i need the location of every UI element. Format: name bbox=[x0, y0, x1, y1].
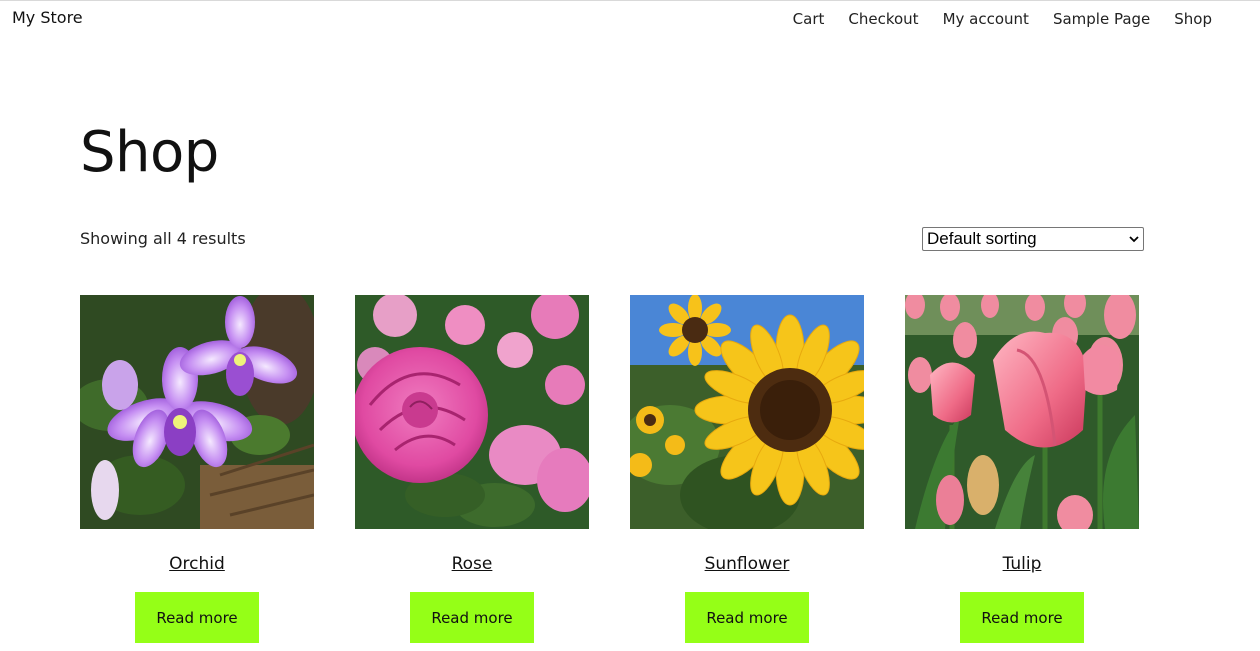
product-title[interactable]: Sunflower bbox=[630, 554, 864, 574]
read-more-button[interactable]: Read more bbox=[135, 592, 259, 643]
nav-cart[interactable]: Cart bbox=[793, 10, 825, 28]
sorting-selected-value: Default sorting bbox=[927, 229, 1037, 248]
product-card: Rose Read more bbox=[355, 295, 589, 643]
read-more-button[interactable]: Read more bbox=[960, 592, 1084, 643]
nav-my-account[interactable]: My account bbox=[943, 10, 1029, 28]
product-title[interactable]: Orchid bbox=[80, 554, 314, 574]
sorting-select[interactable]: Default sorting bbox=[922, 227, 1144, 251]
product-title[interactable]: Rose bbox=[355, 554, 589, 574]
page-title: Shop bbox=[80, 120, 219, 185]
product-card: Sunflower Read more bbox=[630, 295, 864, 643]
orchid-product-image[interactable] bbox=[80, 295, 314, 529]
site-title-link[interactable]: My Store bbox=[12, 8, 83, 27]
sunflower-product-image[interactable] bbox=[630, 295, 864, 529]
nav-sample-page[interactable]: Sample Page bbox=[1053, 10, 1150, 28]
nav-shop[interactable]: Shop bbox=[1174, 10, 1212, 28]
site-header: My Store Cart Checkout My account Sample… bbox=[0, 1, 1260, 37]
product-card: Tulip Read more bbox=[905, 295, 1139, 643]
tulip-product-image[interactable] bbox=[905, 295, 1139, 529]
result-count: Showing all 4 results bbox=[80, 229, 246, 248]
nav-checkout[interactable]: Checkout bbox=[848, 10, 918, 28]
product-title[interactable]: Tulip bbox=[905, 554, 1139, 574]
product-card: Orchid Read more bbox=[80, 295, 314, 643]
chevron-down-icon bbox=[1129, 236, 1139, 243]
rose-product-image[interactable] bbox=[355, 295, 589, 529]
read-more-button[interactable]: Read more bbox=[685, 592, 809, 643]
read-more-button[interactable]: Read more bbox=[410, 592, 534, 643]
primary-navigation: Cart Checkout My account Sample Page Sho… bbox=[793, 10, 1212, 28]
